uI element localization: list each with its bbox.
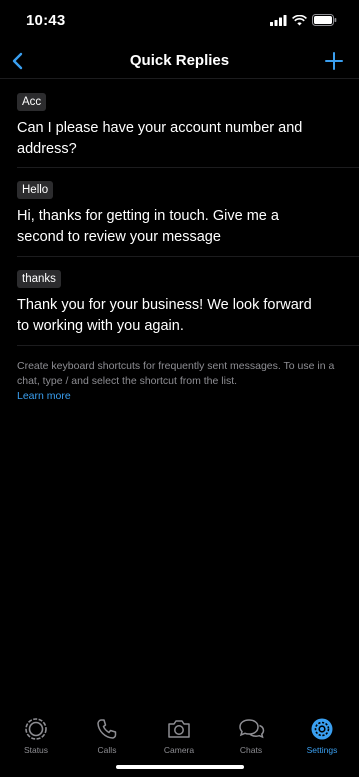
quick-reply-item[interactable]: Acc Can I please have your account numbe… xyxy=(17,92,359,160)
tab-label: Settings xyxy=(306,745,338,755)
wifi-icon xyxy=(292,14,307,25)
divider xyxy=(17,256,359,257)
tab-label: Camera xyxy=(163,745,195,755)
footer-note: Create keyboard shortcuts for frequently… xyxy=(17,359,345,404)
tab-status[interactable]: Status xyxy=(6,717,66,755)
footer-text: Create keyboard shortcuts for frequently… xyxy=(17,360,335,387)
divider xyxy=(17,167,359,168)
shortcut-tag: Hello xyxy=(17,181,54,199)
add-icon[interactable] xyxy=(323,50,345,72)
learn-more-link[interactable]: Learn more xyxy=(17,390,71,402)
page-title: Quick Replies xyxy=(129,52,230,69)
status-bar: 10:43 xyxy=(0,0,359,44)
reply-message: Thank you for your business! We look for… xyxy=(17,297,312,334)
cellular-signal-icon xyxy=(270,14,287,26)
reply-message: Can I please have your account number an… xyxy=(17,120,303,157)
chats-icon xyxy=(239,719,265,739)
status-time: 10:43 xyxy=(26,12,66,29)
camera-icon xyxy=(168,720,190,738)
reply-message: Hi, thanks for getting in touch. Give me… xyxy=(17,208,279,245)
status-icons xyxy=(270,14,337,26)
tab-calls[interactable]: Calls xyxy=(77,717,137,755)
divider xyxy=(17,345,359,346)
shortcut-tag: thanks xyxy=(17,270,61,288)
status-icon xyxy=(25,718,47,740)
battery-icon xyxy=(312,14,337,26)
phone-icon xyxy=(97,719,117,739)
nav-bar: Quick Replies xyxy=(0,44,359,79)
quick-reply-item[interactable]: Hello Hi, thanks for getting in touch. G… xyxy=(17,180,359,248)
tab-settings[interactable]: Settings xyxy=(292,717,352,755)
tab-bar: Status Calls Camera Chats Settings xyxy=(0,705,359,777)
tab-label: Calls xyxy=(97,745,117,755)
tab-label: Status xyxy=(23,745,49,755)
settings-icon xyxy=(311,718,333,740)
home-indicator xyxy=(116,765,244,769)
tab-chats[interactable]: Chats xyxy=(221,717,281,755)
tab-camera[interactable]: Camera xyxy=(149,717,209,755)
shortcut-tag: Acc xyxy=(17,93,47,111)
quick-reply-item[interactable]: thanks Thank you for your business! We l… xyxy=(17,269,359,337)
tab-label: Chats xyxy=(239,745,263,755)
